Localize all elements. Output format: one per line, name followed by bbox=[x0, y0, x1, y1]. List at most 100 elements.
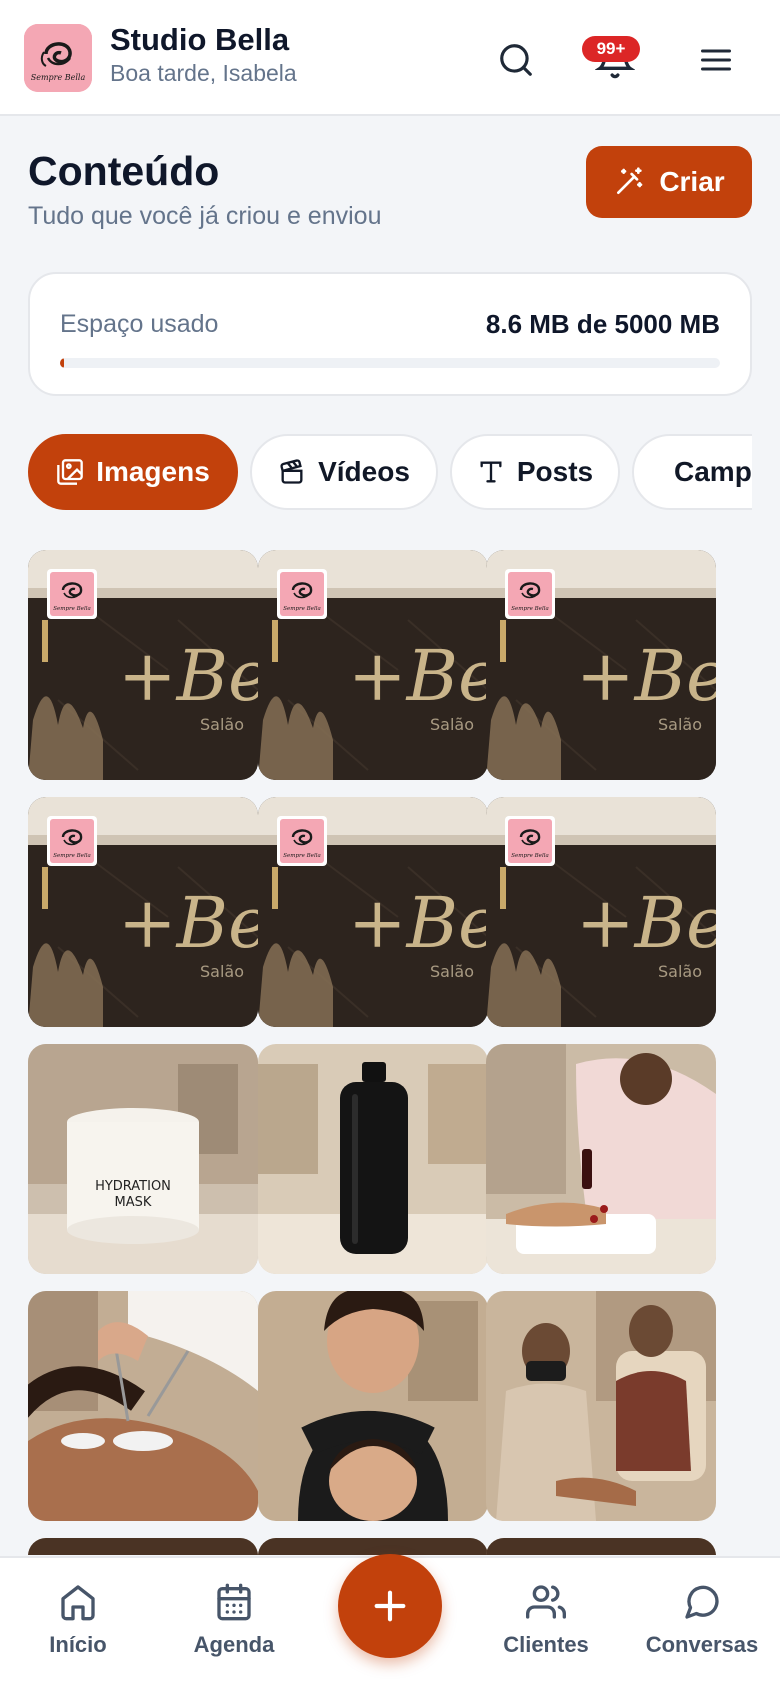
svg-text:HYDRATION: HYDRATION bbox=[95, 1179, 171, 1194]
page-subtitle: Tudo que você já criou e enviou bbox=[28, 202, 382, 230]
content-image-thumbnail[interactable]: +Bella Salão Sempre Bella bbox=[28, 797, 258, 1027]
content-image-thumbnail[interactable]: +Bella Salão Sempre Bella bbox=[258, 550, 488, 780]
storage-progress-bar bbox=[60, 358, 720, 368]
watermark-logo: Sempre Bella bbox=[505, 816, 555, 866]
notification-badge: 99+ bbox=[582, 36, 640, 62]
page-title: Conteúdo bbox=[28, 148, 220, 194]
svg-text:+Bella: +Bella bbox=[118, 635, 258, 717]
tab-imagens[interactable]: Imagens bbox=[28, 434, 238, 510]
svg-text:+Bella: +Bella bbox=[118, 882, 258, 964]
content-image-thumbnail[interactable]: +Bella Salão Sempre Bella bbox=[486, 797, 716, 1027]
thumbnail-image bbox=[28, 1538, 258, 1555]
nav-label: Início bbox=[49, 1632, 107, 1657]
thumbnail-image: +Bella Salão Sempre Bella bbox=[486, 550, 716, 780]
thumbnail-image: +Bella Salão Sempre Bella bbox=[28, 797, 258, 1027]
content-filter-tabs: Imagens Vídeos Posts Campanhas bbox=[28, 434, 752, 510]
tab-label: Vídeos bbox=[318, 456, 410, 487]
nav-label: Conversas bbox=[645, 1632, 759, 1657]
create-button-label: Criar bbox=[659, 166, 725, 197]
content-image-thumbnail[interactable]: HYDRATION MASK bbox=[28, 1044, 258, 1274]
thumbnail-image bbox=[486, 1044, 716, 1274]
thumbnail-image bbox=[258, 1538, 488, 1555]
nav-conversas[interactable]: Conversas bbox=[632, 1582, 772, 1672]
thumbnail-image: +Bella Salão Sempre Bella bbox=[486, 797, 716, 1027]
thumbnail-image: +Bella Salão Sempre Bella bbox=[28, 550, 258, 780]
calendar-icon bbox=[217, 1583, 251, 1621]
watermark-logo: Sempre Bella bbox=[277, 816, 327, 866]
home-icon bbox=[61, 1585, 95, 1621]
content-image-thumbnail[interactable] bbox=[28, 1538, 258, 1555]
svg-text:Sempre Bella: Sempre Bella bbox=[283, 606, 321, 612]
svg-text:Sempre Bella: Sempre Bella bbox=[283, 853, 321, 859]
svg-text:Salão: Salão bbox=[200, 962, 244, 981]
svg-text:+Bella: +Bella bbox=[576, 635, 716, 717]
logo-text: Sempre Bella bbox=[31, 73, 86, 82]
magic-wand-icon bbox=[617, 167, 643, 194]
thumbnail-image: +Bella Salão Sempre Bella bbox=[258, 797, 488, 1027]
svg-text:Salão: Salão bbox=[430, 715, 474, 734]
storage-label: Espaço usado bbox=[60, 310, 219, 338]
content-image-thumbnail[interactable]: +Bella Salão Sempre Bella bbox=[28, 550, 258, 780]
nav-inicio[interactable]: Início bbox=[8, 1582, 148, 1672]
svg-text:MASK: MASK bbox=[115, 1195, 152, 1210]
content-image-thumbnail[interactable] bbox=[486, 1538, 716, 1555]
chat-icon bbox=[685, 1585, 719, 1619]
watermark-logo: Sempre Bella bbox=[505, 569, 555, 619]
nav-label: Clientes bbox=[503, 1632, 589, 1657]
create-button[interactable]: Criar bbox=[586, 146, 752, 218]
brand-name: Studio Bella bbox=[110, 22, 290, 57]
image-grid: +Bella Salão Sempre Bella +Bella Salão bbox=[28, 550, 752, 1555]
svg-text:Sempre Bella: Sempre Bella bbox=[511, 853, 549, 859]
image-icon bbox=[57, 459, 84, 485]
thumbnail-image: HYDRATION MASK bbox=[28, 1044, 258, 1274]
content-image-thumbnail[interactable] bbox=[258, 1538, 488, 1555]
tab-campanhas[interactable]: Campanhas bbox=[632, 434, 752, 510]
content-image-thumbnail[interactable] bbox=[486, 1291, 716, 1521]
svg-text:+Bella: +Bella bbox=[348, 882, 488, 964]
nav-label: Agenda bbox=[193, 1632, 275, 1657]
nav-clientes[interactable]: Clientes bbox=[476, 1582, 616, 1672]
svg-text:Salão: Salão bbox=[200, 715, 244, 734]
thumbnail-image: +Bella Salão Sempre Bella bbox=[258, 550, 488, 780]
tab-videos[interactable]: Vídeos bbox=[250, 434, 438, 510]
storage-card: Espaço usado 8.6 MB de 5000 MB bbox=[28, 272, 752, 396]
tab-posts[interactable]: Posts bbox=[450, 434, 620, 510]
thumbnail-image bbox=[486, 1291, 716, 1521]
tab-label: Imagens bbox=[96, 456, 210, 487]
svg-text:Sempre Bella: Sempre Bella bbox=[511, 606, 549, 612]
storage-value: 8.6 MB de 5000 MB bbox=[485, 309, 720, 339]
search-icon bbox=[500, 44, 532, 76]
svg-text:Salão: Salão bbox=[430, 962, 474, 981]
thumbnail-image bbox=[486, 1538, 716, 1555]
svg-text:+Bella: +Bella bbox=[576, 882, 716, 964]
watermark-logo: Sempre Bella bbox=[277, 569, 327, 619]
brand-logo[interactable]: Sempre Bella bbox=[24, 24, 92, 92]
thumbnail-image bbox=[258, 1291, 488, 1521]
menu-button[interactable] bbox=[690, 34, 742, 86]
search-button[interactable] bbox=[490, 34, 542, 86]
content-image-thumbnail[interactable] bbox=[486, 1044, 716, 1274]
content-image-thumbnail[interactable] bbox=[258, 1291, 488, 1521]
users-icon bbox=[526, 1585, 566, 1619]
text-icon bbox=[480, 461, 502, 483]
nav-agenda[interactable]: Agenda bbox=[164, 1582, 304, 1672]
clapperboard-icon bbox=[280, 459, 303, 484]
watermark-logo: Sempre Bella bbox=[47, 569, 97, 619]
app-header: Sempre Bella Studio Bella Boa tarde, Isa… bbox=[0, 0, 780, 116]
content-image-thumbnail[interactable] bbox=[258, 1044, 488, 1274]
svg-text:Sempre Bella: Sempre Bella bbox=[53, 853, 91, 859]
svg-text:Sempre Bella: Sempre Bella bbox=[53, 606, 91, 612]
svg-text:Salão: Salão bbox=[658, 962, 702, 981]
content-image-thumbnail[interactable] bbox=[28, 1291, 258, 1521]
thumbnail-image bbox=[258, 1044, 488, 1274]
plus-icon bbox=[374, 1590, 406, 1622]
add-fab-button[interactable] bbox=[338, 1554, 442, 1658]
content-image-thumbnail[interactable]: +Bella Salão Sempre Bella bbox=[486, 550, 716, 780]
menu-icon bbox=[701, 49, 731, 71]
watermark-logo: Sempre Bella bbox=[47, 816, 97, 866]
svg-text:Salão: Salão bbox=[658, 715, 702, 734]
storage-progress-fill bbox=[60, 358, 64, 368]
greeting-text: Boa tarde, Isabela bbox=[110, 60, 297, 86]
tab-label: Posts bbox=[516, 456, 594, 487]
content-image-thumbnail[interactable]: +Bella Salão Sempre Bella bbox=[258, 797, 488, 1027]
